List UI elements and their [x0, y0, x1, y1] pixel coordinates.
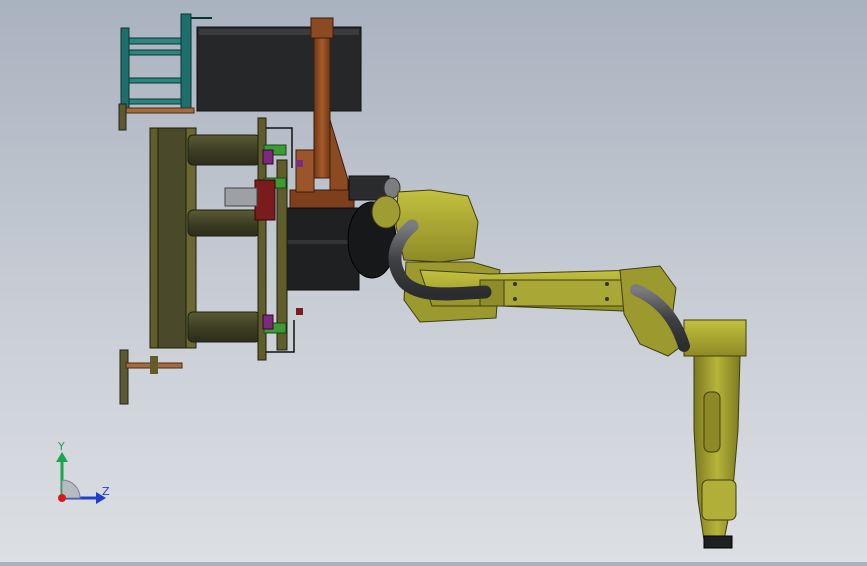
y-arrow-head: [56, 452, 68, 462]
gripper-frame[interactable]: [119, 117, 303, 405]
robot-forearm[interactable]: [693, 355, 741, 549]
triad-axes: [56, 452, 106, 504]
drive-box[interactable]: [196, 26, 362, 112]
coordinate-triad[interactable]: Y Z: [40, 438, 130, 518]
assembly-drawing[interactable]: [0, 0, 867, 562]
z-axis-label: Z: [102, 485, 110, 498]
cad-viewport[interactable]: Y Z: [0, 0, 867, 562]
y-axis-label: Y: [58, 440, 65, 453]
x-axis-dot: [58, 494, 66, 502]
